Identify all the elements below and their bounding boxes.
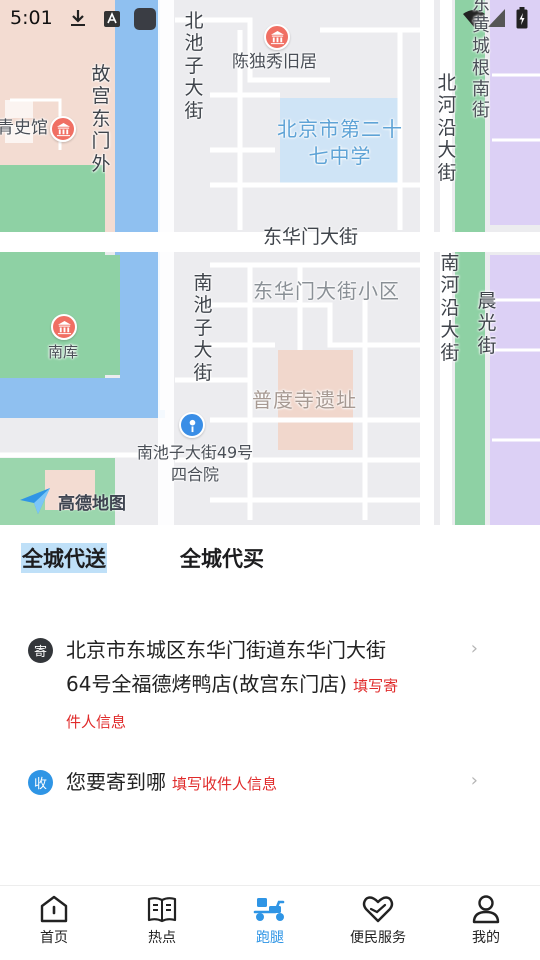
map-label-donghuamen-xiaoqu: 东华门大街小区 — [253, 279, 400, 303]
home-icon — [40, 895, 68, 923]
sender-badge: 寄 — [28, 638, 53, 663]
amap-logo-icon — [20, 488, 50, 514]
app-notification-icon — [133, 7, 157, 35]
receiver-badge: 收 — [28, 770, 53, 795]
receiver-address-block: 您要寄到哪 填写收件人信息 — [66, 765, 466, 801]
nav-home-label: 首页 — [40, 930, 68, 946]
nav-mine[interactable]: 我的 — [432, 894, 540, 947]
map-label-chenduxiu: 陈独秀旧居 — [232, 52, 317, 72]
nav-home[interactable]: 首页 — [0, 894, 108, 947]
order-panel: 全城代送 全城代买 寄 北京市东城区东华门街道东华门大街64号全福德烤鸭店(故宫… — [0, 525, 540, 885]
sender-address: 北京市东城区东华门街道东华门大街64号全福德烤鸭店(故宫东门店) — [66, 638, 386, 696]
landmark-pin-icon[interactable] — [264, 24, 290, 50]
nav-hot-label: 热点 — [148, 930, 176, 946]
map-label-siheyuan: 南池子大街49号四合院 — [136, 443, 254, 484]
app-screen: 5:01 陈独秀旧居 北池子大街 故宫东门外 青史馆 北京市第二十七中学 北河沿… — [0, 0, 540, 960]
person-icon — [472, 895, 500, 924]
amap-logo: 高德地图 — [18, 486, 126, 516]
warehouse-pin-icon[interactable] — [51, 314, 77, 340]
map-label-nanku: 南库 — [48, 343, 79, 361]
receiver-hint: 填写收件人信息 — [172, 775, 278, 793]
keyboard-icon — [104, 11, 120, 31]
battery-icon — [516, 7, 528, 33]
nav-errand-label: 跑腿 — [256, 930, 284, 946]
map-label-beiheyan: 北河沿大街 — [437, 72, 457, 184]
tab-city-delivery[interactable]: 全城代送 — [21, 543, 107, 573]
map-label-nanheyan: 南河沿大街 — [440, 252, 460, 364]
map-label-qingshiguan: 青史馆 — [0, 118, 48, 138]
chevron-right-icon: › — [470, 638, 478, 659]
nav-hot[interactable]: 热点 — [108, 894, 216, 947]
nav-services[interactable]: 便民服务 — [324, 894, 432, 947]
tab-city-purchase[interactable]: 全城代买 — [180, 543, 264, 573]
bottom-nav: 首页 热点 跑腿 便民服务 我的 — [0, 885, 540, 960]
map-label-nanchizi: 南池子大街 — [193, 272, 213, 384]
amap-logo-text: 高德地图 — [58, 493, 126, 514]
map-view[interactable]: 5:01 陈独秀旧居 北池子大街 故宫东门外 青史馆 北京市第二十七中学 北河沿… — [0, 0, 540, 525]
receiver-prompt: 您要寄到哪 — [66, 770, 166, 794]
map-label-beichizi: 北池子大街 — [184, 10, 204, 122]
chevron-right-icon: › — [470, 770, 478, 791]
status-time: 5:01 — [10, 7, 53, 29]
nav-errand[interactable]: 跑腿 — [216, 894, 324, 947]
heart-hand-icon — [362, 896, 394, 923]
map-label-pudusi: 普度寺遗址 — [252, 388, 357, 412]
scooter-icon — [253, 898, 285, 921]
map-label-school: 北京市第二十七中学 — [277, 117, 403, 168]
map-label-huangchenggen: 东黄城根南街 — [472, 0, 490, 122]
sender-address-block: 北京市东城区东华门街道东华门大街64号全福德烤鸭店(故宫东门店) 填写寄件人信息 — [66, 633, 411, 739]
map-label-donghuamen: 东华门大街 — [263, 226, 359, 248]
map-label-gugong-dongmenwai: 故宫东门外 — [91, 63, 111, 175]
download-icon — [70, 9, 86, 31]
nav-mine-label: 我的 — [472, 930, 500, 946]
museum-pin-icon[interactable] — [50, 116, 76, 142]
place-pin-icon[interactable] — [179, 412, 205, 438]
map-label-chenguang: 晨光街 — [477, 290, 497, 357]
nav-services-label: 便民服务 — [350, 930, 406, 946]
book-icon — [147, 897, 177, 923]
